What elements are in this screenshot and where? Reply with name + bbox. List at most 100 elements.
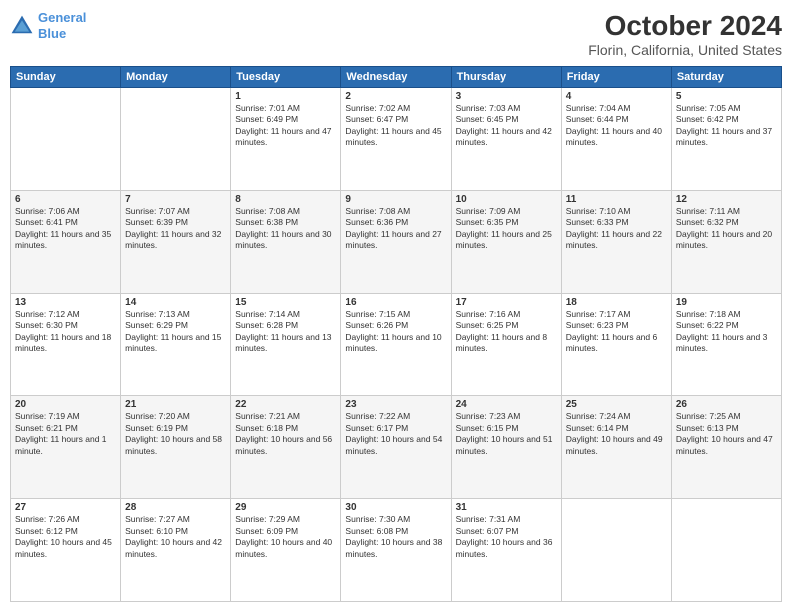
- calendar-cell: 11Sunrise: 7:10 AM Sunset: 6:33 PM Dayli…: [561, 190, 671, 293]
- day-info: Sunrise: 7:18 AM Sunset: 6:22 PM Dayligh…: [676, 309, 777, 355]
- calendar-cell: 14Sunrise: 7:13 AM Sunset: 6:29 PM Dayli…: [121, 293, 231, 396]
- day-number: 17: [456, 297, 557, 308]
- title-block: October 2024 Florin, California, United …: [588, 10, 782, 58]
- calendar-cell: 19Sunrise: 7:18 AM Sunset: 6:22 PM Dayli…: [671, 293, 781, 396]
- calendar-header-sunday: Sunday: [11, 67, 121, 88]
- day-info: Sunrise: 7:12 AM Sunset: 6:30 PM Dayligh…: [15, 309, 116, 355]
- day-number: 8: [235, 194, 336, 205]
- calendar-cell: [561, 499, 671, 602]
- day-info: Sunrise: 7:08 AM Sunset: 6:36 PM Dayligh…: [345, 206, 446, 252]
- calendar-week-4: 27Sunrise: 7:26 AM Sunset: 6:12 PM Dayli…: [11, 499, 782, 602]
- day-number: 27: [15, 502, 116, 513]
- day-info: Sunrise: 7:02 AM Sunset: 6:47 PM Dayligh…: [345, 103, 446, 149]
- day-number: 20: [15, 399, 116, 410]
- day-number: 6: [15, 194, 116, 205]
- calendar-cell: 23Sunrise: 7:22 AM Sunset: 6:17 PM Dayli…: [341, 396, 451, 499]
- calendar-header-row: SundayMondayTuesdayWednesdayThursdayFrid…: [11, 67, 782, 88]
- calendar-cell: 30Sunrise: 7:30 AM Sunset: 6:08 PM Dayli…: [341, 499, 451, 602]
- day-number: 24: [456, 399, 557, 410]
- day-number: 10: [456, 194, 557, 205]
- calendar-cell: 27Sunrise: 7:26 AM Sunset: 6:12 PM Dayli…: [11, 499, 121, 602]
- day-number: 5: [676, 91, 777, 102]
- day-info: Sunrise: 7:01 AM Sunset: 6:49 PM Dayligh…: [235, 103, 336, 149]
- calendar-header-tuesday: Tuesday: [231, 67, 341, 88]
- day-number: 19: [676, 297, 777, 308]
- day-info: Sunrise: 7:27 AM Sunset: 6:10 PM Dayligh…: [125, 514, 226, 560]
- calendar-cell: 17Sunrise: 7:16 AM Sunset: 6:25 PM Dayli…: [451, 293, 561, 396]
- day-number: 25: [566, 399, 667, 410]
- day-info: Sunrise: 7:23 AM Sunset: 6:15 PM Dayligh…: [456, 411, 557, 457]
- day-info: Sunrise: 7:20 AM Sunset: 6:19 PM Dayligh…: [125, 411, 226, 457]
- day-info: Sunrise: 7:09 AM Sunset: 6:35 PM Dayligh…: [456, 206, 557, 252]
- day-info: Sunrise: 7:21 AM Sunset: 6:18 PM Dayligh…: [235, 411, 336, 457]
- day-number: 15: [235, 297, 336, 308]
- calendar-header-saturday: Saturday: [671, 67, 781, 88]
- day-number: 3: [456, 91, 557, 102]
- day-number: 9: [345, 194, 446, 205]
- logo-text: General Blue: [38, 10, 86, 41]
- calendar-cell: 18Sunrise: 7:17 AM Sunset: 6:23 PM Dayli…: [561, 293, 671, 396]
- day-number: 16: [345, 297, 446, 308]
- calendar-cell: 6Sunrise: 7:06 AM Sunset: 6:41 PM Daylig…: [11, 190, 121, 293]
- day-number: 18: [566, 297, 667, 308]
- day-number: 23: [345, 399, 446, 410]
- calendar-week-0: 1Sunrise: 7:01 AM Sunset: 6:49 PM Daylig…: [11, 88, 782, 191]
- calendar-cell: 16Sunrise: 7:15 AM Sunset: 6:26 PM Dayli…: [341, 293, 451, 396]
- logo: General Blue: [10, 10, 86, 41]
- day-number: 7: [125, 194, 226, 205]
- calendar-cell: [671, 499, 781, 602]
- calendar-cell: 8Sunrise: 7:08 AM Sunset: 6:38 PM Daylig…: [231, 190, 341, 293]
- calendar-week-2: 13Sunrise: 7:12 AM Sunset: 6:30 PM Dayli…: [11, 293, 782, 396]
- calendar-table: SundayMondayTuesdayWednesdayThursdayFrid…: [10, 66, 782, 602]
- day-number: 1: [235, 91, 336, 102]
- day-info: Sunrise: 7:22 AM Sunset: 6:17 PM Dayligh…: [345, 411, 446, 457]
- day-number: 28: [125, 502, 226, 513]
- calendar-cell: 22Sunrise: 7:21 AM Sunset: 6:18 PM Dayli…: [231, 396, 341, 499]
- day-number: 22: [235, 399, 336, 410]
- calendar-subtitle: Florin, California, United States: [588, 42, 782, 58]
- calendar-cell: 28Sunrise: 7:27 AM Sunset: 6:10 PM Dayli…: [121, 499, 231, 602]
- calendar-cell: 4Sunrise: 7:04 AM Sunset: 6:44 PM Daylig…: [561, 88, 671, 191]
- day-info: Sunrise: 7:08 AM Sunset: 6:38 PM Dayligh…: [235, 206, 336, 252]
- calendar-cell: 31Sunrise: 7:31 AM Sunset: 6:07 PM Dayli…: [451, 499, 561, 602]
- day-info: Sunrise: 7:07 AM Sunset: 6:39 PM Dayligh…: [125, 206, 226, 252]
- calendar-cell: 25Sunrise: 7:24 AM Sunset: 6:14 PM Dayli…: [561, 396, 671, 499]
- day-info: Sunrise: 7:24 AM Sunset: 6:14 PM Dayligh…: [566, 411, 667, 457]
- calendar-week-3: 20Sunrise: 7:19 AM Sunset: 6:21 PM Dayli…: [11, 396, 782, 499]
- day-number: 29: [235, 502, 336, 513]
- calendar-cell: [121, 88, 231, 191]
- day-number: 13: [15, 297, 116, 308]
- day-info: Sunrise: 7:13 AM Sunset: 6:29 PM Dayligh…: [125, 309, 226, 355]
- calendar-cell: 1Sunrise: 7:01 AM Sunset: 6:49 PM Daylig…: [231, 88, 341, 191]
- calendar-cell: 9Sunrise: 7:08 AM Sunset: 6:36 PM Daylig…: [341, 190, 451, 293]
- calendar-cell: 20Sunrise: 7:19 AM Sunset: 6:21 PM Dayli…: [11, 396, 121, 499]
- calendar-cell: 3Sunrise: 7:03 AM Sunset: 6:45 PM Daylig…: [451, 88, 561, 191]
- day-info: Sunrise: 7:30 AM Sunset: 6:08 PM Dayligh…: [345, 514, 446, 560]
- calendar-cell: 29Sunrise: 7:29 AM Sunset: 6:09 PM Dayli…: [231, 499, 341, 602]
- day-info: Sunrise: 7:19 AM Sunset: 6:21 PM Dayligh…: [15, 411, 116, 457]
- calendar-cell: 21Sunrise: 7:20 AM Sunset: 6:19 PM Dayli…: [121, 396, 231, 499]
- calendar-title: October 2024: [588, 10, 782, 42]
- day-number: 11: [566, 194, 667, 205]
- day-number: 21: [125, 399, 226, 410]
- calendar-header-monday: Monday: [121, 67, 231, 88]
- day-info: Sunrise: 7:15 AM Sunset: 6:26 PM Dayligh…: [345, 309, 446, 355]
- day-info: Sunrise: 7:05 AM Sunset: 6:42 PM Dayligh…: [676, 103, 777, 149]
- calendar-cell: [11, 88, 121, 191]
- day-info: Sunrise: 7:29 AM Sunset: 6:09 PM Dayligh…: [235, 514, 336, 560]
- calendar-cell: 12Sunrise: 7:11 AM Sunset: 6:32 PM Dayli…: [671, 190, 781, 293]
- day-number: 31: [456, 502, 557, 513]
- page: General Blue October 2024 Florin, Califo…: [0, 0, 792, 612]
- calendar-week-1: 6Sunrise: 7:06 AM Sunset: 6:41 PM Daylig…: [11, 190, 782, 293]
- calendar-header-friday: Friday: [561, 67, 671, 88]
- calendar-cell: 10Sunrise: 7:09 AM Sunset: 6:35 PM Dayli…: [451, 190, 561, 293]
- day-number: 12: [676, 194, 777, 205]
- calendar-cell: 26Sunrise: 7:25 AM Sunset: 6:13 PM Dayli…: [671, 396, 781, 499]
- day-info: Sunrise: 7:11 AM Sunset: 6:32 PM Dayligh…: [676, 206, 777, 252]
- calendar-cell: 2Sunrise: 7:02 AM Sunset: 6:47 PM Daylig…: [341, 88, 451, 191]
- day-number: 30: [345, 502, 446, 513]
- logo-line2: Blue: [38, 26, 66, 41]
- calendar-header-thursday: Thursday: [451, 67, 561, 88]
- day-number: 14: [125, 297, 226, 308]
- day-info: Sunrise: 7:31 AM Sunset: 6:07 PM Dayligh…: [456, 514, 557, 560]
